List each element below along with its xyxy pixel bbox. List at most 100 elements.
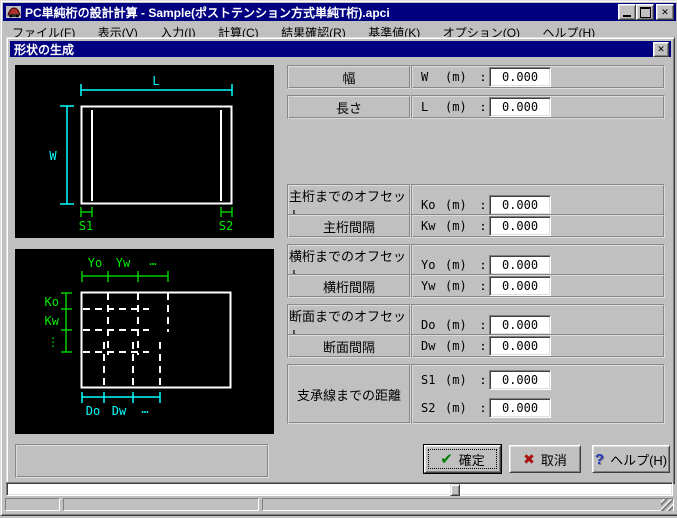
field-label: 断面間隔 (287, 334, 411, 358)
field-label: 幅 (287, 65, 411, 89)
field-colon: : (481, 339, 489, 353)
menu-help[interactable]: ヘルプ(H) (534, 21, 605, 37)
plan-view-canvas: L W S1 S2 (15, 65, 274, 238)
minimize-button[interactable] (618, 4, 636, 20)
field-code: Yw (421, 279, 445, 293)
check-icon: ✔ (440, 452, 453, 467)
dim-label-S1: S1 (79, 219, 93, 233)
dim-label-W: W (49, 149, 57, 163)
app-icon (6, 5, 22, 19)
menu-input[interactable]: 入力(I) (151, 21, 204, 37)
field-unit: (m) (445, 70, 481, 84)
form-row-length: 長さ L (m) : (287, 95, 665, 119)
field-colon: : (481, 100, 489, 114)
field-code: Do (421, 318, 445, 332)
confirm-button-label: 確定 (459, 450, 485, 469)
input-S1[interactable] (489, 370, 551, 390)
input-Yo[interactable] (489, 255, 551, 275)
input-Yw[interactable] (489, 276, 551, 296)
field-label: 主桁間隔 (287, 214, 411, 238)
dim-label-Do: Do (86, 404, 100, 418)
dim-label-Dw-ellipsis: … (141, 402, 148, 416)
status-bar (3, 496, 676, 513)
field-colon: : (481, 70, 489, 84)
form-row-bearing: 支承線までの距離 S1 (m) : S2 (m) : (287, 364, 665, 424)
field-code: Yo (421, 258, 445, 272)
menu-file[interactable]: ファイル(F) (3, 21, 84, 37)
input-Dw[interactable] (489, 336, 551, 356)
status-pane-3 (262, 498, 674, 511)
field-code: Kw (421, 219, 445, 233)
resize-grip[interactable] (661, 499, 673, 511)
dim-label-L: L (152, 74, 159, 88)
menu-view[interactable]: 表示(V) (89, 21, 147, 37)
form-row-dw: 断面間隔 Dw (m) : (287, 334, 665, 358)
help-button[interactable]: ? ヘルプ(H) (592, 445, 670, 473)
cancel-button-label: 取消 (541, 450, 567, 469)
field-code: W (421, 70, 445, 84)
input-Do[interactable] (489, 315, 551, 335)
shape-generation-dialog: 形状の生成 ✕ L W (6, 37, 675, 484)
cross-icon: ✖ (523, 452, 535, 466)
input-L[interactable] (489, 97, 551, 117)
close-button[interactable]: ✕ (656, 4, 674, 20)
status-pane-1 (5, 498, 60, 511)
menu-criteria[interactable]: 基準値(K) (359, 21, 429, 37)
input-S2[interactable] (489, 398, 551, 418)
maximize-icon (640, 7, 651, 18)
input-W[interactable] (489, 67, 551, 87)
help-button-label: ヘルプ(H) (610, 450, 667, 469)
pane-splitter-handle[interactable] (450, 484, 460, 496)
field-code: S1 (421, 373, 445, 387)
input-Ko[interactable] (489, 195, 551, 215)
dialog-close-button[interactable]: ✕ (653, 42, 669, 57)
confirm-button[interactable]: ✔ 確定 (424, 445, 501, 473)
field-unit: (m) (445, 279, 481, 293)
form-row-width: 幅 W (m) : (287, 65, 665, 89)
field-colon: : (481, 258, 489, 272)
field-colon: : (481, 198, 489, 212)
field-unit: (m) (445, 373, 481, 387)
field-code: Dw (421, 339, 445, 353)
main-window: PC単純桁の設計計算 - Sample(ポストテンション方式単純T桁).apci… (0, 0, 677, 516)
form-row-yw: 横桁間隔 Yw (m) : (287, 274, 665, 298)
dialog-title: 形状の生成 (14, 41, 653, 58)
menu-options[interactable]: オプション(O) (434, 21, 529, 37)
field-unit: (m) (445, 318, 481, 332)
client-strip (6, 482, 673, 496)
field-unit: (m) (445, 219, 481, 233)
close-icon: ✕ (661, 8, 669, 17)
field-unit: (m) (445, 258, 481, 272)
dim-label-Yo: Yo (88, 256, 102, 270)
dim-label-Yw-ellipsis: … (149, 254, 156, 268)
field-label: 支承線までの距離 (287, 364, 411, 424)
dim-label-S2: S2 (219, 219, 233, 233)
field-colon: : (481, 279, 489, 293)
question-icon: ? (595, 452, 604, 467)
field-unit: (m) (445, 198, 481, 212)
input-Kw[interactable] (489, 216, 551, 236)
field-unit: (m) (445, 339, 481, 353)
menu-calc[interactable]: 計算(C) (209, 21, 268, 37)
dim-label-Kw-ellipsis: ⋮ (47, 335, 59, 349)
field-unit: (m) (445, 401, 481, 415)
form-row-kw: 主桁間隔 Kw (m) : (287, 214, 665, 238)
dim-label-Kw: Kw (45, 314, 60, 328)
dialog-titlebar: 形状の生成 ✕ (10, 41, 671, 57)
message-panel (15, 444, 269, 478)
field-colon: : (481, 401, 489, 415)
window-titlebar: PC単純桁の設計計算 - Sample(ポストテンション方式単純T桁).apci… (3, 3, 676, 21)
field-label: 横桁間隔 (287, 274, 411, 298)
maximize-button[interactable] (636, 4, 654, 20)
dim-label-Ko: Ko (45, 295, 59, 309)
field-code: L (421, 100, 445, 114)
menu-results[interactable]: 結果確認(R) (272, 21, 355, 37)
field-colon: : (481, 219, 489, 233)
cancel-button[interactable]: ✖ 取消 (509, 445, 581, 473)
field-code: S2 (421, 401, 445, 415)
dim-label-Dw: Dw (112, 404, 127, 418)
field-unit: (m) (445, 100, 481, 114)
close-icon: ✕ (657, 45, 665, 54)
field-label: 長さ (287, 95, 411, 119)
status-pane-2 (63, 498, 259, 511)
